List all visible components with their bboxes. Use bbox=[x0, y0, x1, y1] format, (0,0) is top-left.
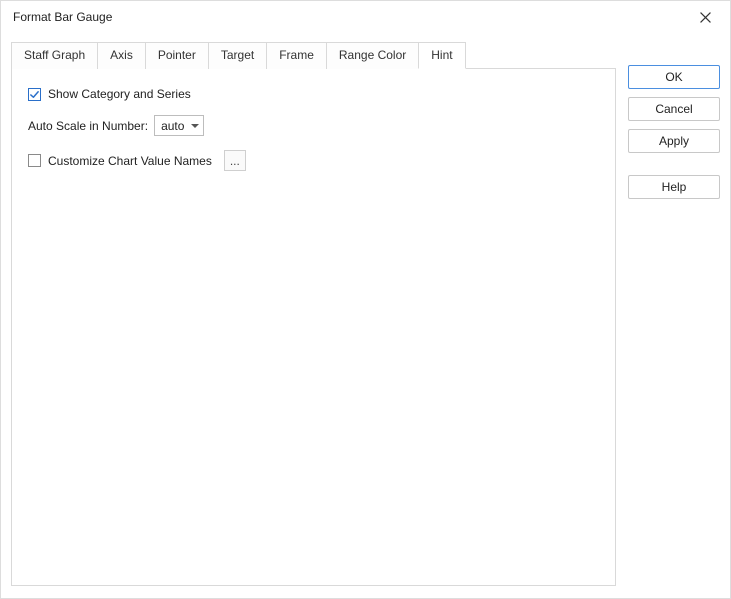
button-column: OK Cancel Apply Help bbox=[628, 41, 720, 586]
cancel-button[interactable]: Cancel bbox=[628, 97, 720, 121]
tab-staff-graph[interactable]: Staff Graph bbox=[11, 42, 98, 69]
format-bar-gauge-dialog: Format Bar Gauge Staff Graph Axis Pointe… bbox=[0, 0, 731, 599]
close-icon bbox=[700, 12, 711, 23]
auto-scale-select[interactable]: auto bbox=[154, 115, 204, 136]
dialog-title: Format Bar Gauge bbox=[13, 10, 112, 24]
hint-panel: Show Category and Series Auto Scale in N… bbox=[11, 68, 616, 586]
help-button[interactable]: Help bbox=[628, 175, 720, 199]
show-category-row: Show Category and Series bbox=[28, 87, 599, 101]
dialog-body: Staff Graph Axis Pointer Target Frame Ra… bbox=[1, 33, 730, 598]
tab-area: Staff Graph Axis Pointer Target Frame Ra… bbox=[11, 41, 616, 586]
customize-row: Customize Chart Value Names ... bbox=[28, 150, 599, 171]
auto-scale-row: Auto Scale in Number: auto bbox=[28, 115, 599, 136]
auto-scale-value: auto bbox=[161, 119, 184, 133]
show-category-checkbox[interactable] bbox=[28, 88, 41, 101]
chevron-down-icon bbox=[191, 124, 199, 128]
titlebar: Format Bar Gauge bbox=[1, 1, 730, 33]
customize-ellipsis-button[interactable]: ... bbox=[224, 150, 246, 171]
tab-hint[interactable]: Hint bbox=[418, 42, 465, 69]
tab-pointer[interactable]: Pointer bbox=[145, 42, 209, 69]
tab-range-color[interactable]: Range Color bbox=[326, 42, 419, 69]
tab-strip: Staff Graph Axis Pointer Target Frame Ra… bbox=[11, 41, 616, 68]
customize-label: Customize Chart Value Names bbox=[48, 154, 212, 168]
ok-button[interactable]: OK bbox=[628, 65, 720, 89]
tab-axis[interactable]: Axis bbox=[97, 42, 146, 69]
close-button[interactable] bbox=[690, 2, 720, 32]
customize-checkbox[interactable] bbox=[28, 154, 41, 167]
check-icon bbox=[29, 89, 40, 100]
tab-frame[interactable]: Frame bbox=[266, 42, 327, 69]
tab-target[interactable]: Target bbox=[208, 42, 267, 69]
show-category-label: Show Category and Series bbox=[48, 87, 191, 101]
apply-button[interactable]: Apply bbox=[628, 129, 720, 153]
auto-scale-label: Auto Scale in Number: bbox=[28, 119, 148, 133]
